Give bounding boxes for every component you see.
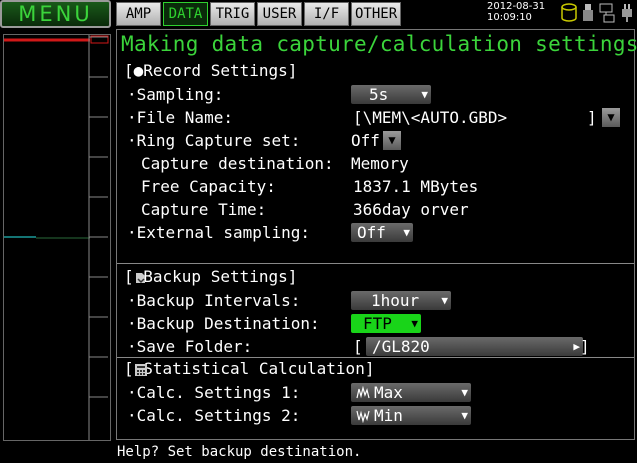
record-settings-header: [●Record Settings]	[124, 61, 297, 80]
save-folder-label: ·Save Folder:	[127, 337, 253, 356]
datetime-display: 2012-08-31 10:09:10	[487, 1, 545, 23]
tab-user[interactable]: USER	[257, 2, 302, 26]
backup-destination-value: FTP	[363, 314, 392, 333]
sampling-label: ·Sampling:	[127, 85, 224, 104]
date-text: 2012-08-31	[487, 1, 546, 12]
save-folder-field[interactable]: /GL820 ▶	[366, 337, 583, 356]
backup-destination-label: ·Backup Destination:	[127, 314, 320, 333]
external-sampling-select[interactable]: Off ▼	[351, 223, 413, 242]
statistics-header: [ Statistical Calculation]	[124, 359, 374, 378]
chevron-down-icon: ▼	[461, 409, 468, 422]
network-icon	[599, 3, 615, 23]
external-sampling-label: ·External sampling:	[127, 223, 311, 242]
min-wave-icon	[356, 410, 370, 423]
waveform-panel	[3, 34, 111, 441]
capture-destination-label: Capture destination:	[141, 154, 334, 173]
divider	[117, 357, 634, 358]
power-plug-icon	[622, 4, 632, 22]
external-sampling-value: Off	[357, 223, 386, 242]
tab-trig[interactable]: TRIG	[210, 2, 255, 26]
ring-capture-value: Off	[351, 131, 380, 150]
backup-settings-title: [ Backup Settings]	[124, 267, 298, 286]
capture-destination-value: Memory	[351, 154, 409, 173]
divider	[117, 263, 634, 264]
ring-capture-label: ·Ring Capture set:	[127, 131, 301, 150]
chevron-right-icon: ▶	[573, 340, 580, 353]
tab-bar: AMP DATA TRIG USER I/F OTHER	[116, 2, 403, 26]
backup-intervals-label: ·Backup Intervals:	[127, 291, 301, 310]
backup-icon	[136, 273, 145, 284]
calc-settings-2-select[interactable]: Min ▼	[351, 406, 471, 425]
chevron-down-icon: ▼	[607, 110, 615, 124]
chevron-down-icon: ▼	[441, 294, 448, 307]
sampling-select[interactable]: 5s ▼	[351, 85, 431, 104]
calculator-icon	[135, 364, 147, 376]
tab-data[interactable]: DATA	[163, 2, 208, 26]
statistics-title: [ Statistical Calculation]	[124, 359, 375, 378]
waveform-chart	[4, 35, 109, 440]
max-wave-icon	[356, 386, 370, 399]
tab-amp[interactable]: AMP	[116, 2, 161, 26]
tab-if[interactable]: I/F	[304, 2, 349, 26]
capture-time-label: Capture Time:	[141, 200, 267, 219]
tab-other[interactable]: OTHER	[351, 2, 401, 26]
capture-time-value: 366day orver	[353, 200, 469, 219]
file-name-value: [\MEM\<AUTO.GBD>	[353, 108, 508, 127]
chevron-down-icon: ▼	[403, 226, 410, 239]
time-text: 10:09:10	[487, 12, 532, 23]
free-capacity-value: 1837.1 MBytes	[353, 177, 479, 196]
screen-title: Making data capture/calculation settings	[121, 32, 637, 56]
backup-settings-header: [ Backup Settings]	[124, 267, 297, 286]
calc-settings-1-select[interactable]: Max ▼	[351, 383, 471, 402]
calc-settings-1-label: ·Calc. Settings 1:	[127, 383, 301, 402]
file-name-label: ·File Name:	[127, 108, 233, 127]
record-settings-title: [●Record Settings]	[124, 61, 298, 80]
backup-intervals-value: 1hour	[371, 291, 420, 310]
save-folder-open: [	[353, 337, 363, 356]
calc-settings-2-label: ·Calc. Settings 2:	[127, 406, 301, 425]
ring-capture-dropdown-button[interactable]: ▼	[383, 131, 401, 150]
chevron-down-icon: ▼	[421, 88, 428, 101]
database-icon	[561, 3, 577, 22]
save-folder-value: /GL820	[372, 337, 430, 356]
menu-button[interactable]: MENU	[0, 0, 111, 28]
backup-destination-select[interactable]: FTP ▼	[351, 314, 421, 333]
save-folder-close: ]	[580, 337, 590, 356]
free-capacity-label: Free Capacity:	[141, 177, 276, 196]
chevron-down-icon: ▼	[388, 133, 396, 147]
file-name-dropdown-button[interactable]: ▼	[602, 108, 620, 127]
help-bar: Help? Set backup destination.	[117, 444, 362, 460]
backup-intervals-select[interactable]: 1hour ▼	[351, 291, 451, 310]
settings-panel: Making data capture/calculation settings…	[116, 29, 637, 440]
chevron-down-icon: ▼	[411, 317, 418, 330]
sampling-value: 5s	[369, 85, 389, 104]
file-name-close: ]	[587, 108, 597, 127]
chevron-down-icon: ▼	[461, 386, 468, 399]
chart-ticks	[89, 36, 108, 398]
usb-icon	[583, 4, 593, 21]
